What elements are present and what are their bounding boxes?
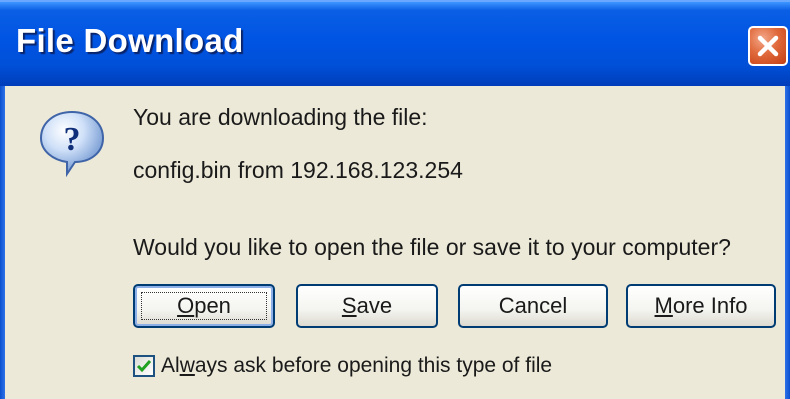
always-ask-checkbox[interactable] — [133, 355, 155, 377]
save-button[interactable]: Save — [296, 284, 438, 328]
more-info-button-label: More Info — [654, 293, 748, 318]
file-download-dialog: File Download ? You are downloading the … — [0, 0, 790, 399]
save-button-label: Save — [341, 293, 393, 318]
focus-rectangle — [141, 292, 267, 320]
close-x-icon — [757, 35, 779, 57]
download-message: You are downloading the file: — [133, 104, 428, 130]
file-source-text: config.bin from 192.168.123.254 — [133, 157, 463, 183]
title-bar[interactable]: File Download — [0, 0, 790, 86]
open-button[interactable]: Open — [133, 284, 275, 328]
window-frame-right — [785, 86, 790, 399]
close-button[interactable] — [748, 26, 788, 66]
svg-text:?: ? — [64, 121, 81, 158]
more-info-button[interactable]: More Info — [626, 284, 776, 328]
checkmark-icon — [136, 360, 152, 373]
open-or-save-question: Would you like to open the file or save … — [133, 234, 731, 260]
always-ask-checkbox-label[interactable]: Always ask before opening this type of f… — [161, 354, 552, 378]
question-balloon-icon: ? — [39, 110, 105, 178]
window-frame-left — [0, 86, 5, 399]
cancel-button[interactable]: Cancel — [458, 284, 608, 328]
cancel-button-label: Cancel — [498, 293, 568, 318]
window-title: File Download — [16, 22, 244, 59]
